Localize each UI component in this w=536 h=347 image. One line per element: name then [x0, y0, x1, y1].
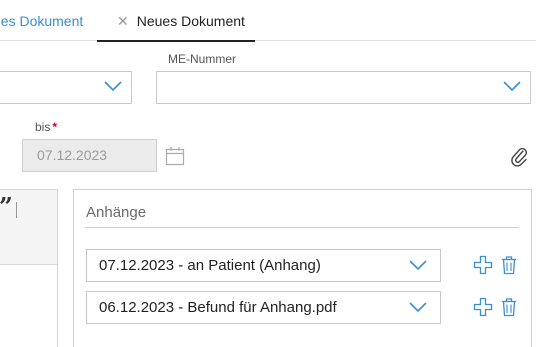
- attachments-panel: Anhänge 07.12.2023 - an Patient (Anhang)…: [73, 189, 532, 347]
- editor-toolbar: ”: [0, 189, 58, 265]
- me-number-label: ME-Nummer: [168, 52, 236, 66]
- paperclip-icon[interactable]: [510, 145, 528, 167]
- editor-border: [57, 265, 58, 347]
- chevron-down-icon: [409, 260, 427, 271]
- required-marker: *: [52, 120, 58, 134]
- trash-icon[interactable]: [499, 255, 519, 275]
- chevron-down-icon: [104, 81, 122, 92]
- chevron-down-icon: [409, 302, 427, 313]
- first-select[interactable]: [0, 71, 132, 104]
- bis-label: bis *: [35, 120, 57, 134]
- tab-label: Neues Dokument: [136, 12, 245, 29]
- plus-icon[interactable]: [473, 255, 493, 275]
- bis-label-text: bis: [35, 120, 51, 134]
- quote-button[interactable]: ”: [0, 192, 13, 221]
- tab-previous-document[interactable]: ues Dokument: [0, 0, 90, 41]
- attachment-select[interactable]: 07.12.2023 - an Patient (Anhang): [86, 249, 441, 282]
- attachments-title: Anhänge: [86, 204, 147, 221]
- calendar-icon[interactable]: [165, 146, 185, 166]
- me-number-select[interactable]: [156, 71, 531, 104]
- chevron-down-icon: [503, 81, 521, 92]
- trash-icon[interactable]: [499, 297, 519, 317]
- close-icon[interactable]: ✕: [117, 14, 129, 28]
- attachment-select[interactable]: 06.12.2023 - Befund für Anhang.pdf: [86, 291, 441, 324]
- tab-label: ues Dokument: [0, 12, 84, 29]
- tab-bar: ues Dokument ✕ Neues Dokument: [0, 0, 536, 42]
- bis-date-input[interactable]: 07.12.2023: [22, 139, 157, 172]
- attachments-divider: [85, 227, 519, 228]
- attachment-label: 06.12.2023 - Befund für Anhang.pdf: [99, 299, 337, 316]
- tab-new-document[interactable]: ✕ Neues Dokument: [97, 0, 255, 42]
- attachment-label: 07.12.2023 - an Patient (Anhang): [99, 257, 321, 274]
- toolbar-separator: [16, 202, 17, 218]
- plus-icon[interactable]: [473, 297, 493, 317]
